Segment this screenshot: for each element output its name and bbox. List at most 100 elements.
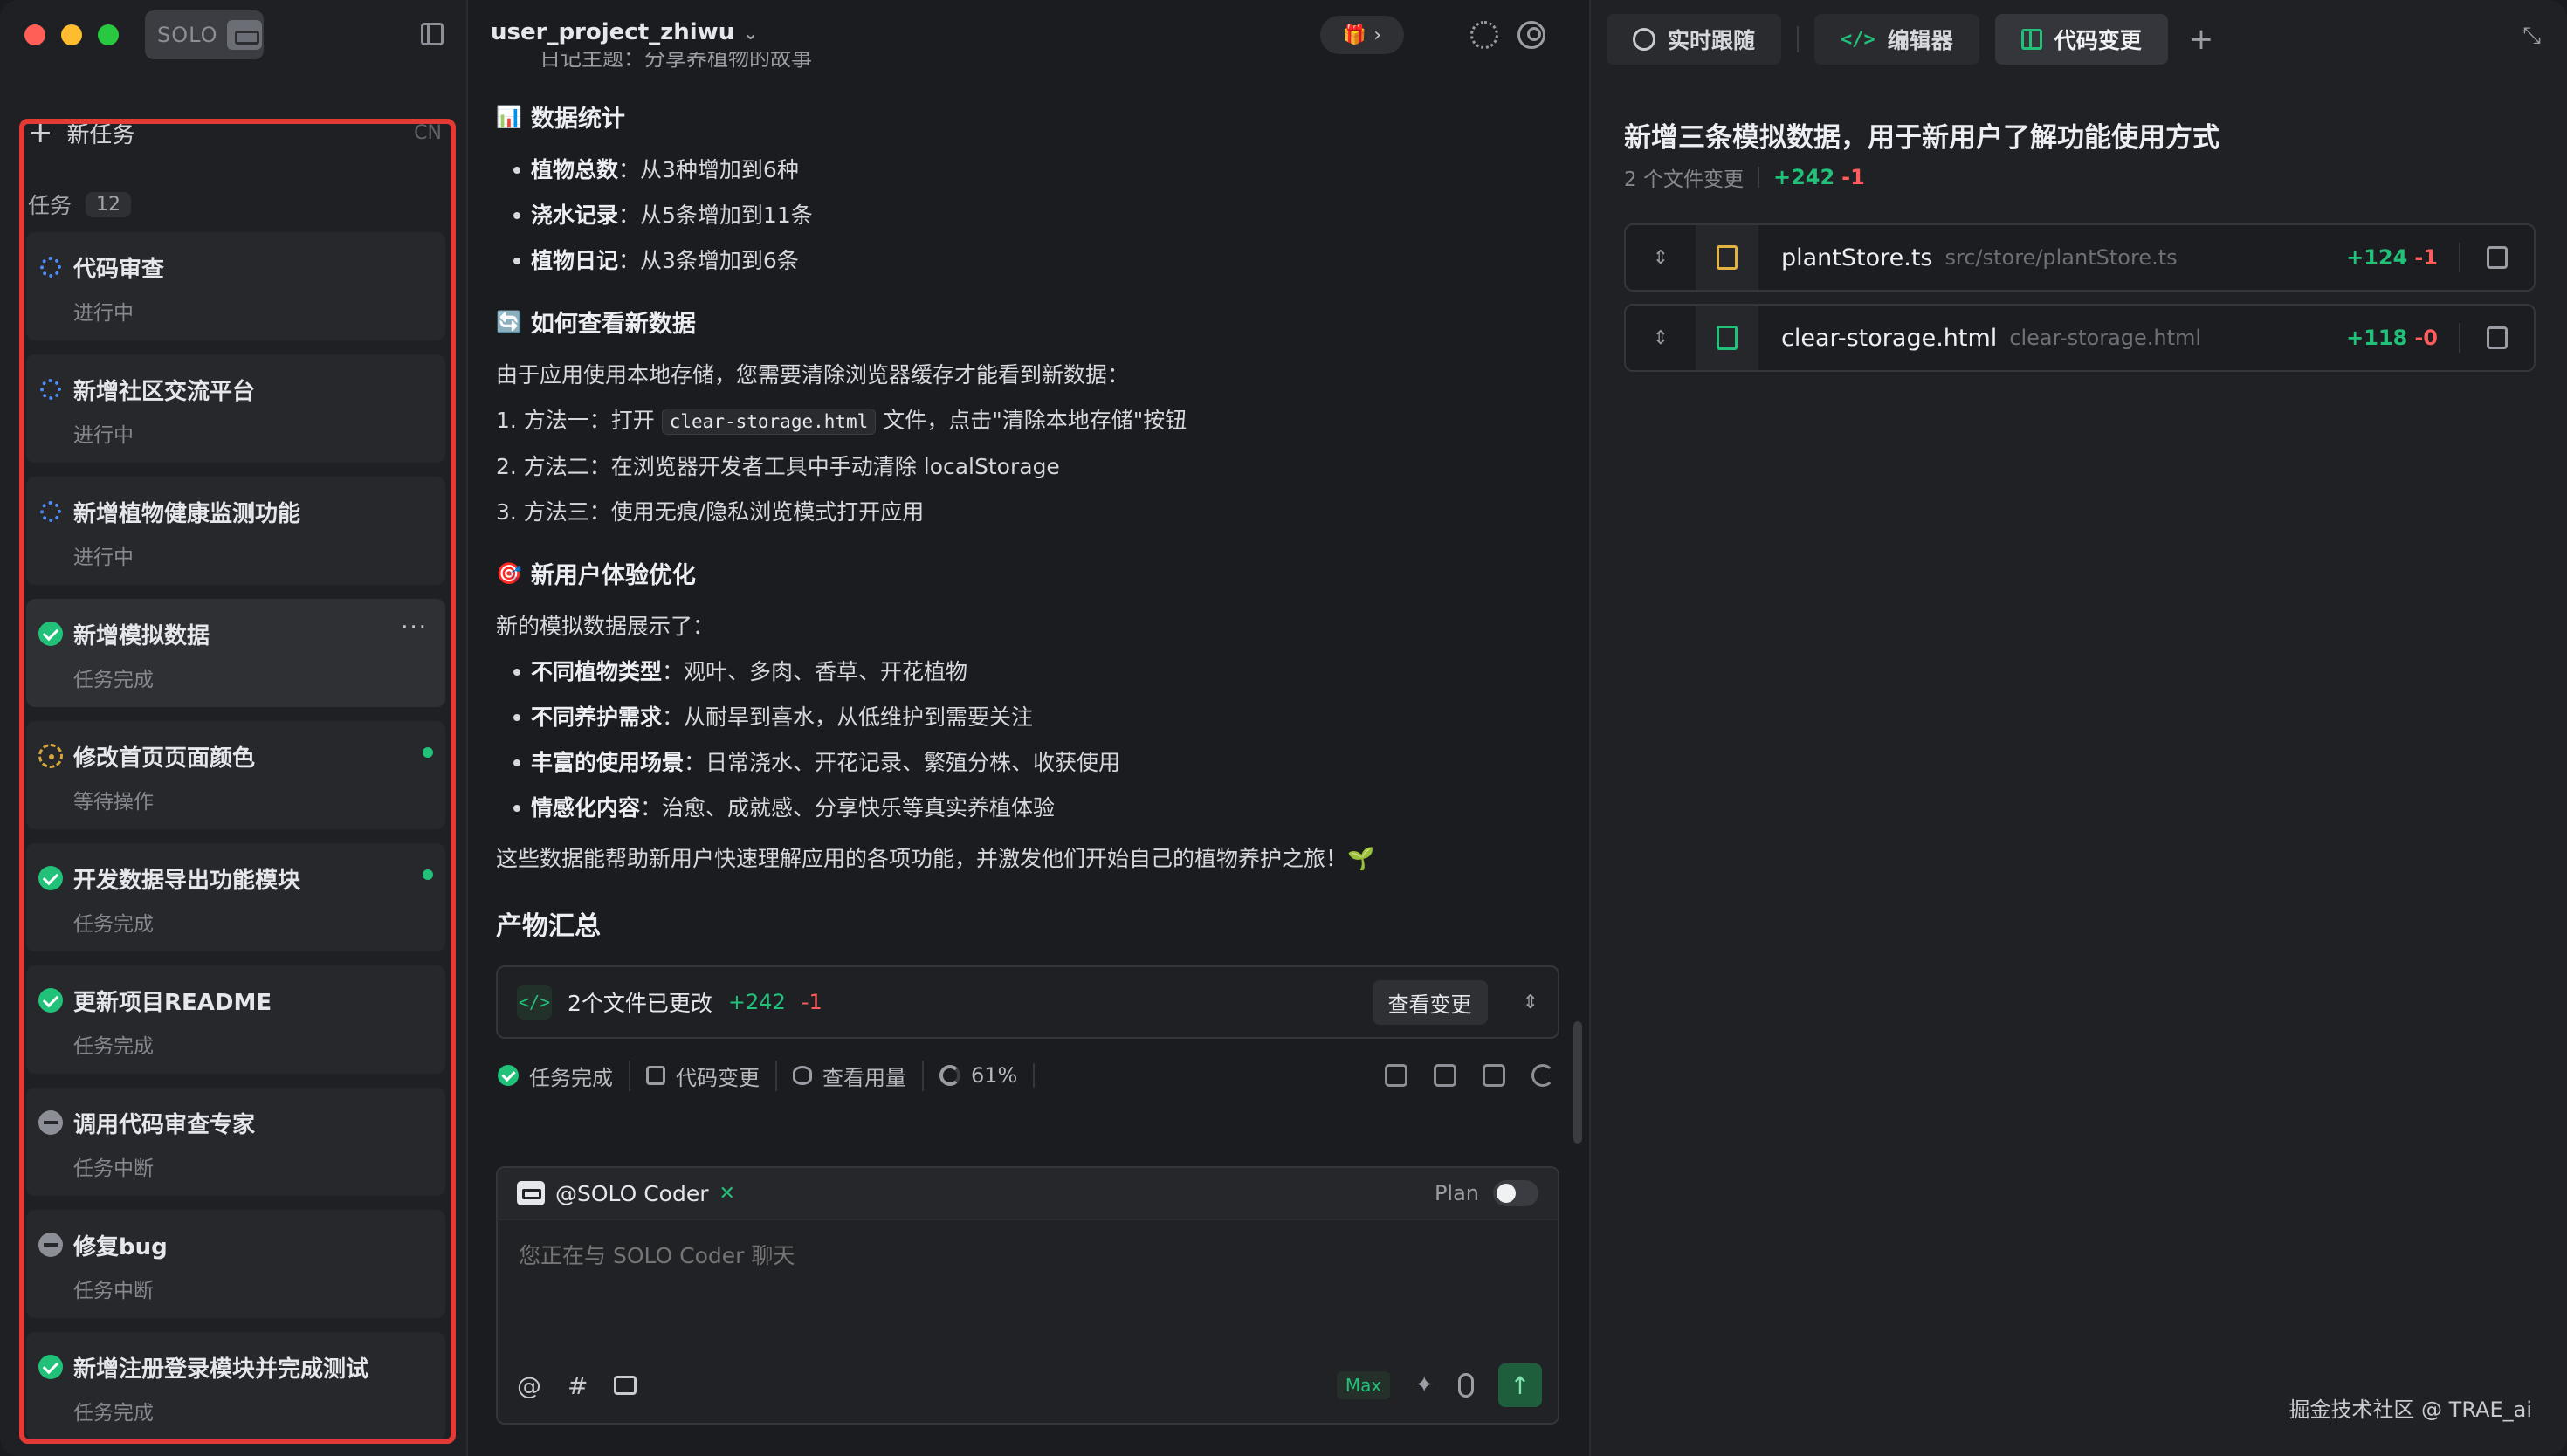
expand-collapse-icon[interactable]: ⇕	[1523, 992, 1538, 1013]
ux-intro: 新的模拟数据展示了：	[496, 614, 715, 639]
copy-icon[interactable]	[2487, 246, 2508, 269]
diff-grid-icon	[2020, 29, 2042, 50]
view-changes-button[interactable]: 查看变更	[1372, 979, 1488, 1025]
hashtag-icon[interactable]: #	[568, 1371, 588, 1400]
total-minus: -1	[1841, 165, 1865, 189]
thumbs-down-icon[interactable]	[1434, 1064, 1456, 1087]
status-code-changes[interactable]: 代码变更	[630, 1060, 777, 1091]
clock-icon	[38, 744, 63, 768]
progress-ring-icon	[939, 1065, 960, 1086]
unread-dot	[423, 747, 433, 758]
tab-code-changes[interactable]: 代码变更	[1994, 14, 2168, 65]
sidebar-toggle-icon[interactable]	[421, 23, 444, 45]
howto-steps: 1. 方法一：打开 clear-storage.html 文件，点击"清除本地存…	[496, 398, 1570, 535]
task-status: 任务完成	[73, 913, 154, 936]
account-icon[interactable]	[1517, 21, 1545, 49]
bullet-text: ：治愈、成就感、分享快乐等真实养植体验	[640, 795, 1056, 821]
bullet-label: 浇水记录	[531, 203, 619, 228]
bullet-item: 丰富的使用场景：日常浇水、开花记录、繁殖分株、收获使用	[513, 740, 1570, 786]
gift-button[interactable]: 🎁 ›	[1320, 16, 1404, 54]
howto-intro: 由于应用使用本地存储，您需要清除浏览器缓存才能看到新数据：	[496, 362, 1130, 388]
bullet-item: 不同养护需求：从耐旱到喜水，从低维护到需要关注	[513, 695, 1570, 740]
sparkle-icon[interactable]: ✦	[1414, 1372, 1434, 1398]
expand-collapse-icon[interactable]: ⇕	[1626, 247, 1696, 269]
chat-composer: @SOLO Coder ✕ Plan @ # Max ✦ ↑	[496, 1166, 1559, 1425]
files-changed-card[interactable]: </> 2个文件已更改 +242 -1 查看变更 ⇕	[496, 965, 1559, 1039]
mention-icon[interactable]: @	[517, 1371, 541, 1400]
copy-icon[interactable]	[1483, 1064, 1505, 1087]
tab-separator	[1797, 26, 1800, 52]
solo-mode-badge[interactable]: SOLO	[145, 10, 264, 59]
bullet-label: 植物总数	[531, 157, 619, 182]
robot-icon	[517, 1181, 545, 1205]
changed-file-row[interactable]: ⇕ plantStore.ts src/store/plantStore.ts +12…	[1624, 223, 2536, 292]
changed-file-row[interactable]: ⇕ clear-storage.html clear-storage.html +11…	[1624, 304, 2536, 372]
chevron-right-icon: ›	[1373, 24, 1382, 46]
task-item[interactable]: 新增社区交流平台 进行中	[26, 354, 445, 463]
spinner-icon	[38, 255, 63, 279]
composer-toolbar: @ # Max ✦ ↑	[517, 1363, 1542, 1407]
task-item[interactable]: 开发数据导出功能模块 任务完成	[26, 843, 445, 951]
status-usage[interactable]: 查看用量	[777, 1060, 924, 1091]
plan-toggle-group: Plan	[1435, 1180, 1538, 1206]
task-title: 调用代码审查专家	[73, 1112, 256, 1138]
task-item[interactable]: 代码审查 进行中	[26, 232, 445, 340]
expand-collapse-icon[interactable]: ⇕	[1626, 327, 1696, 349]
task-item[interactable]: 新增模拟数据 任务完成 ···	[26, 599, 445, 707]
retry-icon[interactable]	[1531, 1064, 1554, 1087]
microphone-icon[interactable]	[1458, 1373, 1474, 1398]
task-title: 修复bug	[73, 1234, 168, 1260]
minus-circle-icon	[38, 1110, 63, 1135]
agent-name[interactable]: @SOLO Coder	[555, 1181, 709, 1206]
max-mode-badge[interactable]: Max	[1336, 1371, 1391, 1399]
copy-icon[interactable]	[2487, 326, 2508, 349]
task-title: 代码审查	[73, 257, 165, 283]
changed-file-list: ⇕ plantStore.ts src/store/plantStore.ts +12…	[1624, 223, 2536, 384]
file-path: src/store/plantStore.ts	[1944, 245, 2178, 270]
plan-toggle[interactable]	[1493, 1180, 1538, 1206]
tab-editor[interactable]: </> 编辑器	[1814, 14, 1979, 65]
composer-agent-bar: @SOLO Coder ✕ Plan	[498, 1168, 1558, 1220]
new-task-label: 新任务	[66, 121, 135, 148]
file-path: clear-storage.html	[2009, 326, 2202, 350]
new-task-button[interactable]: + 新任务 CN	[28, 108, 442, 157]
chat-scrollbar[interactable]	[1573, 1021, 1582, 1144]
task-item[interactable]: 修复bug 任务中断	[26, 1210, 445, 1318]
database-icon	[793, 1066, 812, 1085]
bullet-text: ：从3种增加到6种	[618, 157, 799, 182]
task-status-row: 任务完成 代码变更 查看用量 61%	[496, 1058, 1570, 1093]
status-progress: 61%	[924, 1063, 1036, 1088]
gear-icon[interactable]	[1470, 21, 1498, 49]
task-item[interactable]: 新增注册登录模块并完成测试 任务完成	[26, 1332, 445, 1440]
task-status: 任务完成	[73, 669, 154, 691]
task-item[interactable]: 新增植物健康监测功能 进行中	[26, 477, 445, 585]
spinner-icon	[38, 499, 63, 524]
panel-tabbar: 实时跟随 </> 编辑器 代码变更 +	[1607, 14, 2213, 65]
inline-code-filename: clear-storage.html	[661, 409, 877, 435]
check-circle-icon	[498, 1065, 519, 1086]
project-selector[interactable]: user_project_zhiwu ⌄	[491, 19, 758, 45]
close-window-button[interactable]	[24, 24, 45, 45]
send-button[interactable]: ↑	[1498, 1363, 1542, 1407]
bullet-label: 丰富的使用场景	[531, 750, 685, 775]
closing-text: 这些数据能帮助新用户快速理解应用的各项功能，并激发他们开始自己的植物养护之旅！🌱	[496, 846, 1375, 871]
more-options-icon[interactable]: ···	[401, 615, 428, 641]
check-circle-icon	[38, 988, 63, 1013]
add-tab-button[interactable]: +	[2189, 22, 2214, 57]
status-done: 任务完成	[496, 1060, 630, 1091]
zoom-window-button[interactable]	[98, 24, 119, 45]
task-status: 等待操作	[73, 791, 154, 814]
minimize-window-button[interactable]	[61, 24, 82, 45]
status-done-label: 任务完成	[529, 1065, 613, 1090]
file-minus: -0	[2414, 326, 2438, 350]
task-item[interactable]: 调用代码审查专家 任务中断	[26, 1088, 445, 1196]
thumbs-up-icon[interactable]	[1385, 1064, 1407, 1087]
chat-input[interactable]	[519, 1243, 1531, 1268]
collapse-panel-icon[interactable]: ⤡	[2522, 23, 2541, 50]
image-icon[interactable]	[614, 1376, 637, 1395]
crosshair-icon	[1633, 28, 1655, 51]
bullet-text: ：从3条增加到6条	[618, 248, 799, 273]
task-item[interactable]: 修改首页页面颜色 等待操作	[26, 721, 445, 829]
tab-live-follow[interactable]: 实时跟随	[1607, 14, 1782, 65]
task-item[interactable]: 更新项目README 任务完成	[26, 965, 445, 1074]
